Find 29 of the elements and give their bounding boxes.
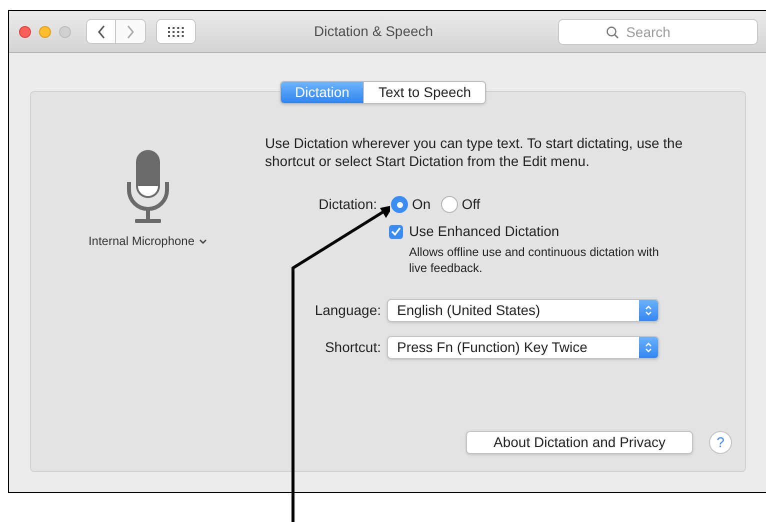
- chevron-down-icon: [198, 238, 207, 244]
- checkbox-box[interactable]: [389, 224, 403, 238]
- dictation-label: Dictation:: [318, 195, 377, 214]
- search-field[interactable]: Search: [558, 18, 758, 44]
- close-button[interactable]: [19, 26, 31, 38]
- search-icon: [606, 26, 620, 38]
- microphone-icon: [126, 150, 170, 224]
- popup-menu[interactable]: Press Fn (Function) Key Twice: [387, 336, 659, 359]
- radio-option[interactable]: Off: [440, 194, 480, 215]
- show-all-button[interactable]: [156, 19, 196, 44]
- popup-label: Language:: [314, 301, 381, 320]
- up-down-arrows-icon: [645, 342, 652, 353]
- popup-menu[interactable]: English (United States): [387, 299, 659, 322]
- back-button[interactable]: [86, 19, 116, 44]
- chevron-right-icon: [126, 24, 135, 38]
- description-text: Use Dictation wherever you can type text. To start dictating, use the shortcut or select Start Dictation from the Edit menu.: [265, 134, 684, 170]
- window-title: Dictation & Speech: [314, 22, 434, 41]
- enhanced-dictation-checkbox[interactable]: Use Enhanced Dictation: [389, 221, 746, 242]
- radio-option[interactable]: On: [391, 194, 431, 215]
- grid-icon: [168, 26, 184, 36]
- chevron-left-icon: [96, 24, 106, 38]
- about-dictation-button[interactable]: About Dictation and Privacy: [466, 431, 693, 454]
- minimize-button[interactable]: [39, 26, 51, 38]
- microphone-popup[interactable]: Internal Microphone: [88, 232, 207, 250]
- checkmark-icon: [391, 227, 401, 236]
- popup-label: Shortcut:: [324, 338, 381, 357]
- tab[interactable]: Text to Speech: [363, 82, 486, 103]
- enhanced-dictation-note: Allows offline use and continuous dictation with live feedback.: [409, 244, 660, 276]
- up-down-arrows-icon: [645, 305, 652, 316]
